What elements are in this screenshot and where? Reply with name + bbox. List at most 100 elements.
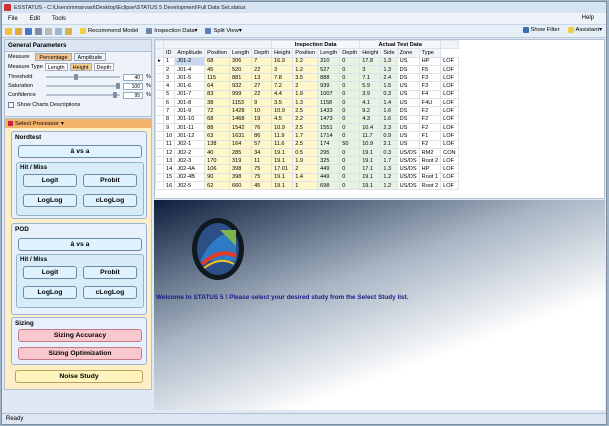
nordtest-loglog-button[interactable]: LogLog: [23, 194, 77, 207]
table-cell[interactable]: 2: [162, 64, 176, 75]
table-cell[interactable]: J01-10: [174, 114, 206, 124]
table-cell[interactable]: 939: [317, 81, 341, 91]
table-cell[interactable]: F3: [418, 73, 442, 83]
table-cell[interactable]: 4.4: [271, 89, 294, 100]
table-cell[interactable]: 19.1: [271, 181, 294, 191]
table-cell[interactable]: LOF: [440, 98, 459, 108]
column-header[interactable]: Side: [380, 48, 398, 58]
table-cell[interactable]: Root 2: [418, 181, 442, 191]
table-cell[interactable]: J02-2: [174, 147, 206, 158]
column-header[interactable]: Zone: [396, 48, 420, 58]
table-cell[interactable]: LOF: [440, 89, 459, 100]
column-header[interactable]: Depth: [251, 48, 273, 58]
table-cell[interactable]: 285: [229, 147, 253, 158]
table-row[interactable]: 9 J01-11 88 1542 76 10.9 2.5 1551 0 10.4 2.3 US F2 LO…: [155, 122, 459, 133]
table-cell[interactable]: J01-7: [174, 89, 206, 100]
table-cell[interactable]: 1.2: [380, 181, 398, 191]
table-cell[interactable]: 520: [229, 64, 253, 75]
table-cell[interactable]: 1468: [229, 114, 253, 124]
table-cell[interactable]: 76: [251, 122, 273, 133]
table-cell[interactable]: RM2: [418, 147, 442, 158]
table-cell[interactable]: 4.1: [359, 98, 382, 108]
table-cell[interactable]: 10.4: [359, 122, 382, 133]
noise-study-button[interactable]: Noise Study: [15, 370, 143, 383]
table-cell[interactable]: US/DS: [396, 181, 420, 191]
threshold-slider[interactable]: [46, 74, 120, 80]
table-cell[interactable]: 2.4: [380, 73, 398, 83]
table-cell[interactable]: 16: [162, 181, 176, 191]
table-cell[interactable]: 3: [271, 64, 294, 75]
table-cell[interactable]: 19.1: [359, 156, 382, 166]
table-cell[interactable]: LOF: [440, 164, 459, 174]
table-cell[interactable]: 1.6: [380, 114, 398, 124]
table-cell[interactable]: US: [396, 139, 420, 149]
table-cell[interactable]: 0: [339, 98, 361, 108]
table-cell[interactable]: J02-5: [174, 181, 206, 191]
table-cell[interactable]: DS: [396, 106, 420, 116]
table-cell[interactable]: 106: [204, 164, 231, 174]
table-cell[interactable]: 1714: [317, 131, 341, 141]
table-cell[interactable]: 999: [229, 89, 253, 100]
copy-icon[interactable]: [55, 27, 62, 35]
table-cell[interactable]: CON: [440, 147, 459, 158]
table-cell[interactable]: 4: [162, 81, 176, 91]
table-cell[interactable]: 306: [229, 56, 253, 66]
table-cell[interactable]: 3: [359, 64, 382, 75]
table-cell[interactable]: F2: [418, 139, 442, 149]
table-cell[interactable]: J01-5: [174, 73, 206, 83]
menu-file[interactable]: File: [2, 16, 24, 22]
table-cell[interactable]: 0: [339, 147, 361, 158]
table-cell[interactable]: 4.3: [359, 114, 382, 124]
table-cell[interactable]: 2: [292, 164, 319, 174]
table-cell[interactable]: 13: [251, 73, 273, 83]
table-cell[interactable]: 12: [162, 147, 176, 158]
show-filter-button[interactable]: Show Filter: [522, 27, 560, 33]
table-cell[interactable]: 932: [229, 81, 253, 91]
table-cell[interactable]: 0: [339, 156, 361, 166]
saturation-spinner[interactable]: 100: [123, 82, 143, 90]
select-processor-header[interactable]: Select Processor ▾: [5, 119, 151, 128]
table-cell[interactable]: F3: [418, 81, 442, 91]
menu-tools[interactable]: Tools: [46, 16, 72, 22]
column-header[interactable]: Depth: [339, 48, 361, 58]
table-cell[interactable]: 1.3: [380, 64, 398, 75]
table-cell[interactable]: 6: [162, 98, 176, 108]
table-cell[interactable]: 1.2: [292, 64, 319, 75]
table-cell[interactable]: 1.3: [380, 164, 398, 174]
table-cell[interactable]: 138: [204, 139, 231, 149]
table-cell[interactable]: 72: [204, 106, 231, 116]
table-cell[interactable]: US: [396, 98, 420, 108]
table-cell[interactable]: 1.5: [380, 81, 398, 91]
table-cell[interactable]: 19.1: [271, 156, 294, 166]
table-cell[interactable]: 4.5: [271, 114, 294, 124]
measure-type-length[interactable]: Length: [44, 63, 68, 71]
table-cell[interactable]: 2.5: [292, 122, 319, 133]
table-cell[interactable]: 64: [204, 81, 231, 91]
table-cell[interactable]: 22: [251, 64, 273, 75]
table-cell[interactable]: J02-1: [174, 139, 206, 149]
nordtest-logit-button[interactable]: Logit: [23, 174, 77, 187]
table-cell[interactable]: US/DS: [396, 147, 420, 158]
table-cell[interactable]: 1153: [229, 98, 253, 108]
table-cell[interactable]: 1473: [317, 114, 341, 124]
table-cell[interactable]: 398: [229, 172, 253, 183]
table-cell[interactable]: 83: [204, 89, 231, 100]
table-cell[interactable]: 88: [204, 122, 231, 133]
threshold-spinner[interactable]: 40: [123, 73, 143, 81]
measure-type-height[interactable]: Height: [69, 63, 92, 71]
table-cell[interactable]: DS: [396, 73, 420, 83]
table-cell[interactable]: 449: [317, 164, 341, 174]
table-cell[interactable]: J01-6: [174, 81, 206, 91]
table-cell[interactable]: HP: [418, 164, 442, 174]
table-cell[interactable]: J02-4B: [174, 172, 206, 183]
threshold-knob[interactable]: [74, 74, 78, 80]
table-row[interactable]: 6 J01-8 38 1153 9 3.5 1.3 1158 0 4.1 1.4 US F4U LOF: [155, 98, 459, 108]
table-cell[interactable]: 8: [162, 114, 176, 124]
table-cell[interactable]: F4: [418, 89, 442, 100]
assistant-button[interactable]: Assistant ▾: [567, 27, 602, 33]
table-cell[interactable]: 3.5: [292, 73, 319, 83]
table-cell[interactable]: 698: [317, 181, 341, 191]
column-header[interactable]: Amplitude: [174, 48, 206, 58]
table-cell[interactable]: 7: [162, 106, 176, 116]
menu-help[interactable]: Help: [576, 15, 600, 21]
